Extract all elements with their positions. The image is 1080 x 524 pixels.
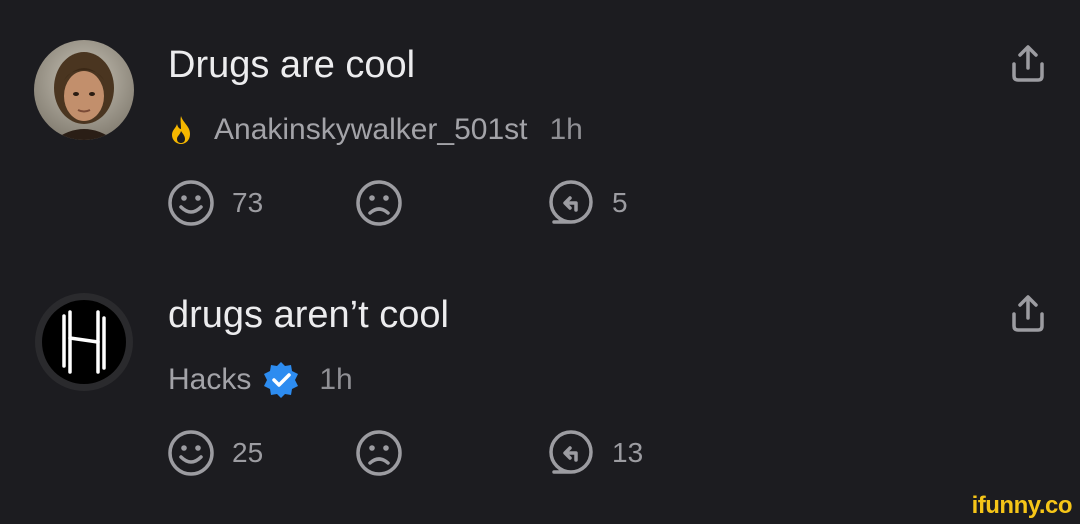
comment-text: Drugs are cool [168, 44, 416, 86]
frown-button[interactable] [354, 178, 404, 228]
comment-actions: 73 5 [166, 178, 666, 230]
like-count: 25 [232, 437, 264, 468]
reply-count: 5 [612, 187, 628, 218]
reply-button[interactable]: 5 [546, 178, 628, 228]
frown-icon [356, 180, 402, 226]
reply-icon [549, 430, 593, 474]
verified-badge-icon [264, 362, 299, 398]
flame-icon [172, 116, 190, 144]
comment-actions: 25 13 [166, 428, 666, 480]
like-count: 73 [232, 187, 264, 218]
avatar[interactable] [34, 292, 134, 392]
reply-icon [549, 180, 593, 224]
avatar[interactable] [34, 40, 134, 140]
smile-button[interactable]: 25 [166, 428, 263, 478]
share-icon[interactable] [1008, 294, 1048, 334]
username-link[interactable]: Hacks [168, 363, 251, 397]
timestamp: 1h [319, 363, 353, 396]
username-link[interactable]: Anakinskywalker_501st [214, 113, 528, 147]
timestamp: 1h [549, 113, 583, 146]
frown-button[interactable] [354, 428, 404, 478]
reply-count: 13 [612, 437, 644, 468]
share-icon[interactable] [1008, 44, 1048, 84]
comment-meta: Hacks 1h [168, 360, 353, 400]
frown-icon [356, 430, 402, 476]
smile-icon [168, 180, 214, 226]
reply-button[interactable]: 13 [546, 428, 643, 478]
ifunny-watermark: ifunny.co [971, 492, 1073, 519]
smile-button[interactable]: 73 [166, 178, 263, 228]
comment-meta: Anakinskywalker_501st 1h [168, 110, 583, 150]
comment-text: drugs aren’t cool [168, 294, 449, 336]
smile-icon [168, 430, 214, 476]
